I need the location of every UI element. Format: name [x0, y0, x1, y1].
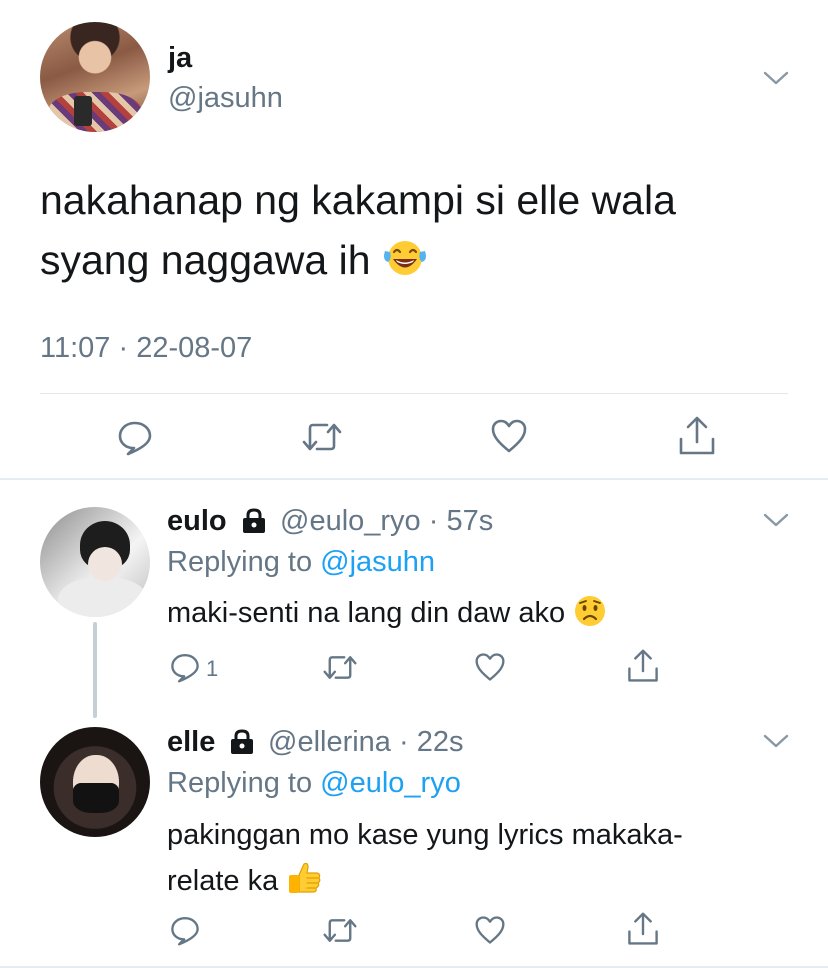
reply-handle-time: @ellerina · 22s [268, 726, 464, 759]
author-display-name[interactable]: ja [168, 42, 192, 75]
reply-text-line-2: relate ka [167, 858, 767, 904]
retweet-icon[interactable] [301, 420, 343, 454]
reply-time[interactable]: 22s [409, 726, 464, 758]
replying-to-label: Replying to [167, 546, 313, 578]
like-icon[interactable] [490, 418, 528, 454]
author-handle[interactable]: @jasuhn [168, 82, 283, 115]
like-icon[interactable] [474, 652, 506, 682]
tweet-timestamp[interactable]: 11:07 · 22-08-07 [40, 332, 252, 365]
reply-handle[interactable]: @eulo_ryo [280, 505, 421, 537]
reply-display-name[interactable]: elle [167, 726, 215, 759]
reply-text: pakinggan mo kase yung lyrics makaka- re… [167, 812, 767, 904]
reply-text-line: pakinggan mo kase yung lyrics makaka- [167, 819, 683, 851]
lock-icon [230, 729, 254, 755]
reply-handle-time: @eulo_ryo · 57s [280, 505, 493, 538]
reply-text: maki-senti na lang din daw ako [167, 590, 767, 636]
replying-to: Replying to @eulo_ryo [167, 767, 461, 800]
avatar-shirt [48, 92, 142, 132]
face-with-tears-of-joy-icon [382, 234, 428, 275]
chevron-down-icon[interactable] [763, 512, 789, 528]
reply-icon[interactable] [169, 651, 201, 683]
reply-time[interactable]: 57s [438, 505, 493, 537]
reply-count: 1 [206, 656, 219, 681]
like-icon[interactable] [474, 915, 506, 945]
replying-to-label: Replying to [167, 767, 313, 799]
retweet-icon[interactable] [322, 653, 358, 682]
chevron-down-icon[interactable] [763, 70, 789, 86]
avatar-body [58, 577, 148, 617]
avatar[interactable] [40, 22, 150, 132]
reply-icon[interactable] [169, 914, 201, 946]
reply-handle[interactable]: @ellerina [268, 726, 391, 758]
avatar-mask [73, 783, 119, 813]
reply-display-name[interactable]: eulo [167, 505, 227, 538]
share-icon[interactable] [626, 648, 660, 684]
tweet-text: nakahanap ng kakampi si elle wala syang … [40, 170, 780, 290]
mention-link[interactable]: @jasuhn [320, 546, 435, 578]
chevron-down-icon[interactable] [763, 733, 789, 749]
mention-link[interactable]: @eulo_ryo [320, 767, 461, 799]
reply-text-content: maki-senti na lang din daw ako [167, 597, 566, 629]
main-tweet: ja @jasuhn nakahanap ng kakampi si elle … [0, 0, 828, 480]
share-icon[interactable] [677, 415, 717, 457]
section-divider [0, 478, 828, 480]
avatar-face [88, 547, 122, 581]
separator: · [390, 726, 409, 758]
lock-icon [242, 508, 266, 534]
thread-connector [93, 622, 97, 718]
divider [40, 393, 788, 394]
separator: · [420, 505, 439, 537]
thumbs-up-icon [286, 860, 322, 896]
reply-text-content: relate ka [167, 865, 279, 897]
worried-face-icon [573, 594, 607, 628]
avatar[interactable] [40, 727, 150, 837]
share-icon[interactable] [626, 911, 660, 947]
avatar[interactable] [40, 507, 150, 617]
avatar-phone [74, 96, 92, 126]
reply-icon[interactable] [116, 418, 154, 456]
replying-to: Replying to @jasuhn [167, 546, 435, 579]
tweet-text-content: nakahanap ng kakampi si elle wala syang … [40, 177, 676, 283]
retweet-icon[interactable] [322, 916, 358, 945]
